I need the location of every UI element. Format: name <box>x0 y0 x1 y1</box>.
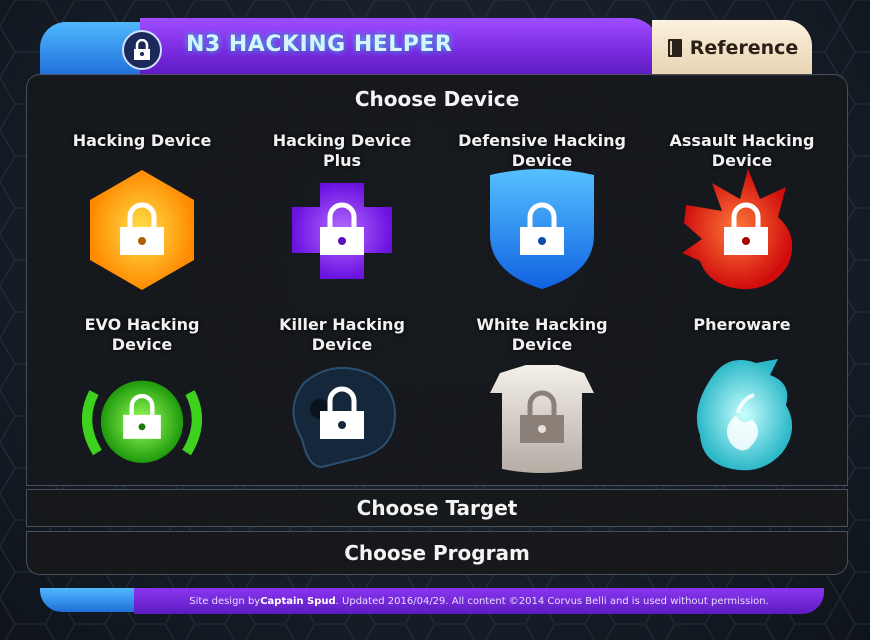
device-hacking-device[interactable]: Hacking Device <box>54 131 230 309</box>
footer-suffix: . Updated 2016/04/29. All content ©2014 … <box>335 595 769 607</box>
shield-lock-icon <box>490 169 594 289</box>
app-header: N3 HACKING HELPER Reference <box>40 18 830 76</box>
reference-label: Reference <box>689 37 799 59</box>
choose-program-section[interactable]: Choose Program <box>26 531 848 575</box>
footer-author-link[interactable]: Captain Spud <box>260 596 335 607</box>
lock-icon <box>122 30 162 70</box>
cross-lock-icon <box>292 183 392 279</box>
footer-prefix: Site design by <box>189 595 261 607</box>
device-label: Hacking Device <box>72 131 212 150</box>
choose-device-panel: Choose Device Hacking Device Hacking Dev… <box>26 74 848 486</box>
tower-lock-icon <box>490 365 594 473</box>
pheroware-icon <box>696 359 793 471</box>
device-killer-hacking-device[interactable]: Killer Hacking Device <box>254 315 430 493</box>
device-label: Pheroware <box>693 315 791 334</box>
device-evo-hacking-device[interactable]: EVO Hacking Device <box>54 315 230 493</box>
skull-lock-icon <box>292 366 396 469</box>
device-pheroware[interactable]: Pheroware <box>654 315 830 493</box>
device-defensive-hacking-device[interactable]: Defensive Hacking Device <box>454 131 630 309</box>
hexagon-lock-icon <box>90 170 194 290</box>
reference-tab[interactable]: Reference <box>652 20 812 76</box>
device-hacking-device-plus[interactable]: Hacking Device Plus <box>254 131 430 309</box>
flame-lock-icon <box>682 169 793 290</box>
evo-lock-icon <box>82 380 202 463</box>
section-title: Choose Device <box>354 87 520 111</box>
page-title: N3 HACKING HELPER <box>186 32 453 57</box>
device-assault-hacking-device[interactable]: Assault Hacking Device <box>654 131 830 309</box>
site-footer: Site design by Captain Spud . Updated 20… <box>134 588 824 614</box>
device-white-hacking-device[interactable]: White Hacking Device <box>454 315 630 493</box>
book-icon <box>667 39 682 57</box>
choose-target-section[interactable]: Choose Target <box>26 489 848 527</box>
